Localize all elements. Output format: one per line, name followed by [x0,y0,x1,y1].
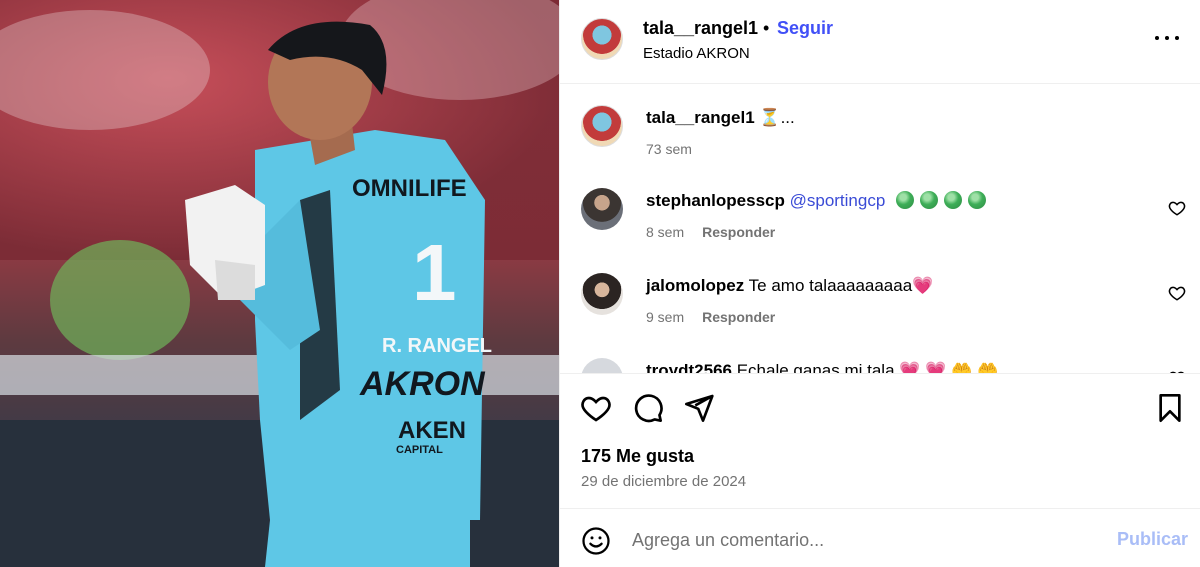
jersey-aken: AKEN [398,417,466,444]
post-location[interactable]: Estadio AKRON [643,45,750,62]
comments-list[interactable]: tala__rangel1 ⏳... 73 sem stephanlopessc… [560,85,1200,373]
comment-avatar[interactable] [581,273,623,315]
owner-username[interactable]: tala__rangel1 [643,18,758,39]
jersey-number: 1 [412,228,457,317]
comment-username[interactable]: jalomolopez [646,276,744,295]
emoji-group: 💗 💗 🤲 🤲 [899,361,999,373]
comment-composer: Publicar [560,508,1200,567]
post-photo[interactable]: OMNILIFE 1 R. RANGEL AKRON AKEN CAPITAL [0,0,559,567]
comment-text: Echale ganas mi tala [736,361,895,373]
post-header: tala__rangel1 • Seguir Estadio AKRON [560,0,1200,84]
follow-button[interactable]: Seguir [777,18,833,39]
comment-avatar[interactable] [581,358,623,373]
reply-button[interactable]: Responder [702,309,775,325]
caption-text: ⏳... [759,108,795,127]
owner-avatar[interactable] [581,18,623,60]
caption-username[interactable]: tala__rangel1 [646,108,755,127]
separator-dot: • [763,18,770,38]
jersey-sponsor: OMNILIFE [352,175,467,202]
reply-button[interactable]: Responder [702,224,775,240]
comment-text: Te amo talaaaaaaaaa [748,276,913,295]
share-send-icon[interactable] [683,392,715,424]
comment-username[interactable]: troydt2566 [646,361,732,373]
goalkeeper-photo: OMNILIFE 1 R. RANGEL AKRON AKEN CAPITAL [0,0,559,567]
jersey-name: R. RANGEL [382,335,492,357]
publish-button[interactable]: Publicar [1117,529,1188,550]
post-actions: 175 Me gusta 29 de diciembre de 2024 [560,373,1200,508]
caption-avatar[interactable] [581,105,623,147]
more-horizontal-icon[interactable] [1152,27,1182,51]
emoji-smiley-icon[interactable] [581,526,611,556]
jersey-capital: CAPITAL [396,444,443,456]
jersey-akron: AKRON [359,365,486,403]
comment-mention[interactable]: @sportingcp [790,191,886,210]
comment-username[interactable]: stephanlopesscp [646,191,785,210]
post-side-panel: tala__rangel1 • Seguir Estadio AKRON tal… [559,0,1200,567]
caption-time[interactable]: 73 sem [646,141,692,157]
pink-heart-emoji: 💗 [912,276,934,295]
comment-input[interactable] [632,525,1092,555]
like-comment-heart-icon[interactable] [1168,199,1186,217]
save-bookmark-icon[interactable] [1154,392,1186,424]
post-date[interactable]: 29 de diciembre de 2024 [581,473,746,490]
comment-avatar[interactable] [581,188,623,230]
comment-time[interactable]: 8 sem [646,224,684,240]
like-heart-icon[interactable] [580,392,612,424]
likes-count[interactable]: 175 Me gusta [581,446,694,467]
comment-time[interactable]: 9 sem [646,309,684,325]
comment-bubble-icon[interactable] [632,392,664,424]
like-comment-heart-icon[interactable] [1168,284,1186,302]
green-circle-emoji-icon [890,191,987,210]
